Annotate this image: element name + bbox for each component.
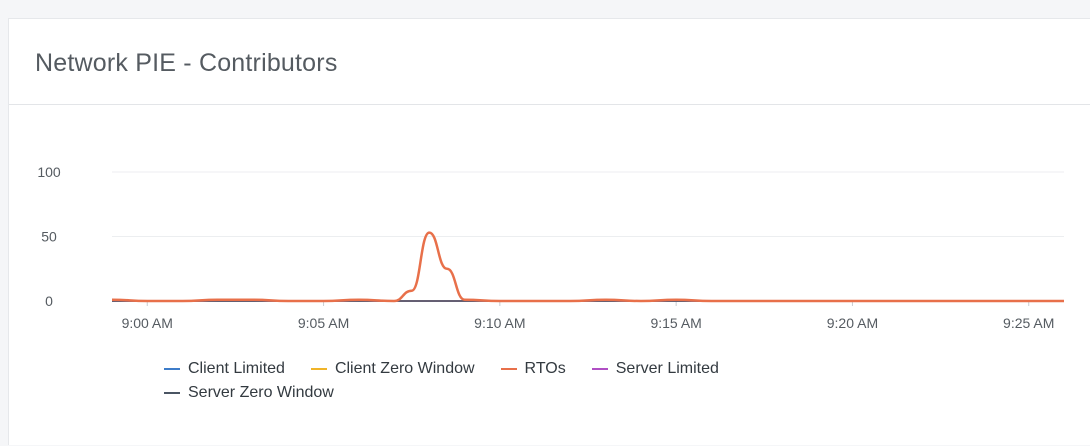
x-tick-label-9-05-am: 9:05 AM bbox=[298, 315, 349, 331]
y-tick-label-100: 100 bbox=[37, 164, 61, 180]
y-tick-label-0: 0 bbox=[45, 293, 53, 309]
x-tick-label-9-20-am: 9:20 AM bbox=[827, 315, 878, 331]
x-tick-label-9-25-am: 9:25 AM bbox=[1003, 315, 1054, 331]
legend-swatch bbox=[164, 392, 180, 394]
series-line-rtos bbox=[111, 231, 1064, 303]
panel-header: Network PIE - Contributors bbox=[9, 19, 1090, 105]
legend-label: Server Zero Window bbox=[188, 384, 334, 401]
legend-swatch bbox=[164, 368, 180, 370]
legend-swatch bbox=[591, 368, 608, 370]
x-tick-label-9-10-am: 9:10 AM bbox=[474, 315, 525, 331]
line-chart: 0 50 100 9:00 AM 9:05 AM 9:10 AM 9:15 AM 9:20 A… bbox=[37, 164, 1064, 331]
legend-label: Client Zero Window bbox=[334, 360, 475, 377]
x-tick-label-9-00-am: 9:00 AM bbox=[122, 315, 173, 331]
legend-swatch bbox=[310, 368, 327, 370]
panel-title: Network PIE - Contributors bbox=[35, 49, 338, 77]
chart-legend: Client Limited Client Zero Window RTOs Serv… bbox=[164, 357, 984, 405]
legend-label: Server Limited bbox=[615, 360, 719, 377]
chart-area: 0 50 100 9:00 AM 9:05 AM 9:10 AM 9:15 AM 9:20 A… bbox=[9, 105, 1090, 446]
legend-item-client-limited[interactable]: Client Limited bbox=[164, 357, 285, 381]
x-tick-label-9-15-am: 9:15 AM bbox=[650, 315, 701, 331]
legend-item-rtos[interactable]: RTOs bbox=[500, 357, 566, 381]
y-tick-label-50: 50 bbox=[41, 229, 57, 245]
network-pie-contributors-panel: Network PIE - Contributors 0 50 100 9:00 AM… bbox=[8, 18, 1090, 445]
legend-item-server-limited[interactable]: Server Limited bbox=[591, 357, 719, 381]
legend-label: Client Limited bbox=[188, 360, 285, 377]
legend-item-client-zero-window[interactable]: Client Zero Window bbox=[310, 357, 475, 381]
legend-item-server-zero-window[interactable]: Server Zero Window bbox=[164, 381, 334, 405]
legend-swatch bbox=[500, 368, 517, 370]
legend-label: RTOs bbox=[524, 360, 566, 377]
